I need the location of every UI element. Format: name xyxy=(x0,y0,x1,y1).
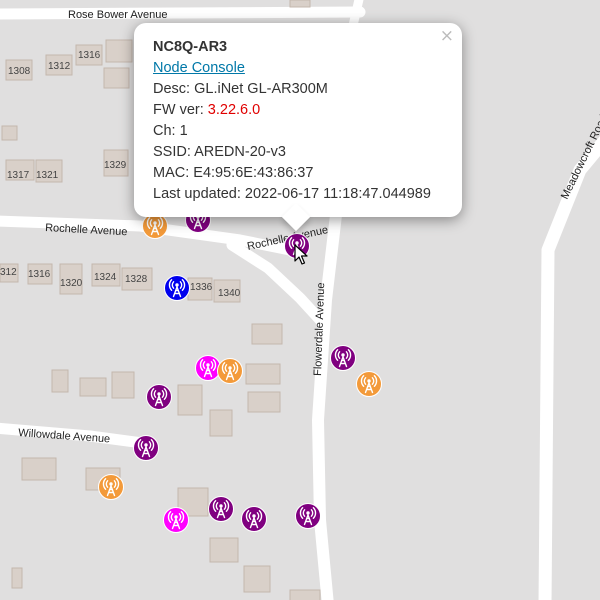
building xyxy=(289,0,311,8)
node-marker[interactable] xyxy=(356,371,382,397)
building xyxy=(79,377,107,397)
house-number: 1316 xyxy=(78,50,101,61)
building xyxy=(245,363,281,385)
node-marker[interactable] xyxy=(146,384,172,410)
building xyxy=(1,125,18,141)
node-marker[interactable] xyxy=(295,503,321,529)
house-number: 312 xyxy=(0,267,17,278)
updated-value: 2022-06-17 11:18:47.044989 xyxy=(244,186,431,202)
desc-value: GL.iNet GL-AR300M xyxy=(194,81,328,97)
radio-tower-icon xyxy=(295,503,321,529)
building xyxy=(51,369,69,393)
house-number: 1321 xyxy=(36,170,59,181)
updated-row: Last updated: 2022-06-17 11:18:47.044989 xyxy=(153,186,431,202)
ssid-value: AREDN-20-v3 xyxy=(194,144,286,160)
node-marker[interactable] xyxy=(133,435,159,461)
ch-row: Ch: 1 xyxy=(153,123,188,139)
house-number: 1336 xyxy=(190,282,213,293)
cursor-icon xyxy=(294,244,308,265)
node-marker[interactable] xyxy=(330,345,356,371)
street-label-rose-bower: Rose Bower Avenue xyxy=(68,9,167,21)
house-number: 1312 xyxy=(48,61,71,72)
building xyxy=(105,39,133,63)
house-number: 1320 xyxy=(60,278,83,289)
building xyxy=(289,589,321,600)
house-number: 1317 xyxy=(7,170,30,181)
building xyxy=(177,384,203,416)
node-name: NC8Q-AR3 xyxy=(153,39,228,55)
building xyxy=(11,567,23,589)
building xyxy=(21,457,57,481)
building xyxy=(247,391,281,413)
ch-value: 1 xyxy=(179,123,188,139)
road-meadowcroft xyxy=(538,135,600,600)
house-number: 1324 xyxy=(94,272,117,283)
building xyxy=(251,323,283,345)
house-number: 1316 xyxy=(28,269,51,280)
radio-tower-icon xyxy=(146,384,172,410)
street-label-willowdale: Willowdale Avenue xyxy=(18,427,111,445)
house-number: 1308 xyxy=(8,66,31,77)
house-number: 1340 xyxy=(218,288,241,299)
mac-value: E4:95:6E:43:86:37 xyxy=(193,165,314,181)
building xyxy=(103,67,130,89)
radio-tower-icon xyxy=(208,496,234,522)
mac-row: MAC: E4:95:6E:43:86:37 xyxy=(153,165,314,181)
node-marker[interactable] xyxy=(163,507,189,533)
node-marker[interactable] xyxy=(164,275,190,301)
building xyxy=(209,409,233,437)
node-marker[interactable] xyxy=(217,358,243,384)
node-marker[interactable] xyxy=(241,506,267,532)
fw-row: FW ver: 3.22.6.0 xyxy=(153,102,261,118)
house-number: 1329 xyxy=(104,160,127,171)
ssid-row: SSID: AREDN-20-v3 xyxy=(153,144,286,160)
node-marker[interactable] xyxy=(208,496,234,522)
house-number: 1328 xyxy=(125,274,148,285)
node-marker[interactable] xyxy=(98,474,124,500)
map-view[interactable]: Rose Bower Avenue Rochelle Avenue Rochel… xyxy=(0,0,600,600)
building xyxy=(111,371,135,399)
radio-tower-icon xyxy=(163,507,189,533)
building xyxy=(243,565,271,593)
close-icon[interactable]: × xyxy=(440,26,454,47)
node-info-popup: × NC8Q-AR3 Node Console Desc: GL.iNet GL… xyxy=(134,23,462,232)
radio-tower-icon xyxy=(98,474,124,500)
radio-tower-icon xyxy=(133,435,159,461)
road-flowerdale xyxy=(312,192,344,600)
radio-tower-icon xyxy=(164,275,190,301)
radio-tower-icon xyxy=(217,358,243,384)
building xyxy=(209,537,239,563)
road-rose-bower xyxy=(0,6,366,20)
radio-tower-icon xyxy=(241,506,267,532)
radio-tower-icon xyxy=(356,371,382,397)
fw-value: 3.22.6.0 xyxy=(207,102,261,118)
desc-row: Desc: GL.iNet GL-AR300M xyxy=(153,81,328,97)
node-console-link[interactable]: Node Console xyxy=(153,60,245,76)
radio-tower-icon xyxy=(330,345,356,371)
